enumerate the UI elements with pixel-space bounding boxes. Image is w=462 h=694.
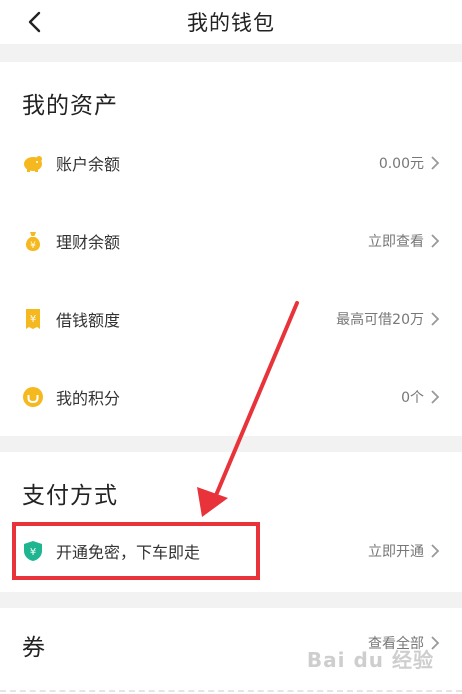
chevron-right-icon (431, 390, 440, 404)
svg-text:¥: ¥ (30, 241, 36, 251)
assets-section-title: 我的资产 (22, 93, 118, 119)
section-divider (0, 592, 462, 608)
watermark: Bai du 经验 (306, 648, 434, 672)
list-item-wealth-balance[interactable]: ¥ 理财余额 立即查看 (0, 210, 462, 272)
highlight-box (12, 522, 260, 580)
section-divider (0, 44, 462, 62)
section-divider (0, 436, 462, 452)
points-icon (22, 386, 44, 408)
page-title: 我的钱包 (187, 11, 275, 35)
list-item-value: 立即开通 (368, 544, 424, 560)
receipt-yen-icon: ¥ (22, 308, 44, 330)
coupons-section-title: 券 (22, 635, 46, 661)
top-bar: 我的钱包 (0, 0, 462, 44)
chevron-right-icon (431, 312, 440, 326)
list-item-value: 0.00元 (378, 156, 424, 172)
svg-text:¥: ¥ (30, 314, 36, 325)
chevron-right-icon (431, 156, 440, 170)
money-bag-icon: ¥ (22, 230, 44, 252)
list-item-value: 立即查看 (368, 234, 424, 250)
chevron-right-icon (431, 234, 440, 248)
list-item-label: 我的积分 (56, 389, 121, 408)
list-item-label: 理财余额 (56, 233, 121, 252)
chevron-right-icon (431, 544, 440, 558)
back-button[interactable] (22, 8, 46, 36)
piggy-bank-icon (22, 152, 44, 174)
list-item-account-balance[interactable]: 账户余额 0.00元 (0, 132, 462, 194)
list-item-label: 账户余额 (56, 155, 121, 174)
chevron-left-icon (28, 11, 41, 33)
list-item-loan-limit[interactable]: ¥ 借钱额度 最高可借20万 (0, 288, 462, 350)
list-item-value: 0个 (401, 390, 424, 406)
list-item-value: 最高可借20万 (336, 312, 424, 328)
list-item-points[interactable]: 我的积分 0个 (0, 366, 462, 428)
dashed-separator (0, 690, 462, 694)
list-item-label: 借钱额度 (56, 311, 121, 330)
payment-section-title: 支付方式 (22, 483, 118, 509)
